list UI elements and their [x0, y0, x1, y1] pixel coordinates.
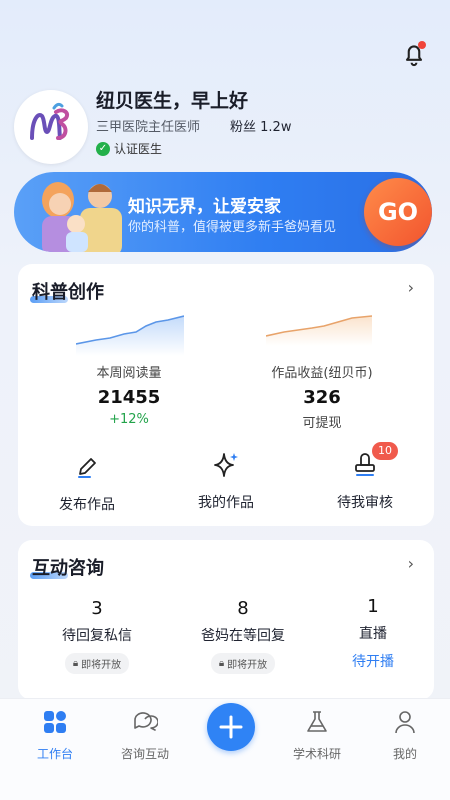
- tab-label: 咨询互动: [120, 747, 169, 761]
- reads-value: 21455: [97, 387, 161, 408]
- income-label: 作品收益(纽贝币): [271, 366, 373, 381]
- coming-soon-label: 即将开放: [227, 660, 268, 671]
- pencil-icon: [78, 458, 96, 478]
- income-value: 326: [303, 387, 341, 408]
- person-icon: [395, 711, 415, 734]
- tab-profile[interactable]: 我的: [370, 709, 440, 762]
- lock-icon: 🔒︎: [72, 658, 79, 669]
- go-button[interactable]: GO: [364, 178, 432, 246]
- plus-icon: [219, 715, 243, 739]
- tab-label: 工作台: [36, 747, 73, 761]
- sparkle-icon: [214, 453, 238, 477]
- doctor-title: 三甲医院主任医师: [96, 120, 201, 135]
- tab-academic[interactable]: 学术科研: [282, 709, 352, 762]
- logo-icon: [30, 102, 69, 140]
- pending-review-button[interactable]: 10 待我审核: [310, 442, 420, 512]
- promo-banner[interactable]: 知识无界，让爱安家 你的科普，值得被更多新手爸妈看见 GO: [14, 172, 432, 252]
- income-sparkline: [266, 315, 372, 346]
- my-works-label: 我的作品: [198, 495, 254, 511]
- avatar[interactable]: [14, 90, 88, 164]
- create-button[interactable]: [207, 703, 255, 751]
- family-illustration: [42, 182, 122, 252]
- tab-label: 学术科研: [292, 747, 341, 761]
- income-stat[interactable]: 作品收益(纽贝币) 326 可提现: [252, 362, 392, 431]
- chevron-right-icon[interactable]: ›: [408, 554, 414, 573]
- reads-sparkline: [76, 315, 184, 356]
- parents-waiting-item[interactable]: 8 爸妈在等回复 🔒︎ 即将开放: [178, 598, 308, 674]
- private-message-item[interactable]: 3 待回复私信 🔒︎ 即将开放: [32, 598, 162, 674]
- fans-count: 1.2w: [260, 120, 292, 135]
- banner-subtitle: 你的科普，值得被更多新手爸妈看见: [128, 220, 337, 235]
- chevron-right-icon[interactable]: ›: [408, 278, 414, 297]
- certified-label: 认证医生: [114, 142, 163, 156]
- tab-workbench[interactable]: 工作台: [20, 709, 90, 762]
- science-title: 科普创作: [32, 282, 104, 303]
- coming-soon-label: 即将开放: [81, 660, 122, 671]
- check-icon: ✓: [96, 141, 110, 156]
- coming-soon-pill: 🔒︎ 即将开放: [210, 653, 276, 674]
- parents-waiting-count: 8: [237, 598, 249, 619]
- reads-change: +12%: [109, 412, 149, 427]
- profile-header: 纽贝医生，早上好 三甲医院主任医师 粉丝 1.2w ✓ 认证医生: [14, 86, 434, 166]
- live-stream-label: 直播: [359, 626, 387, 642]
- fans-label: 粉丝: [230, 120, 257, 135]
- grid-icon: [44, 711, 66, 733]
- review-count-badge: 10: [372, 442, 398, 460]
- consult-card: 互动咨询 › 3 待回复私信 🔒︎ 即将开放 8 爸妈在等回复 🔒︎ 即将开放 …: [18, 540, 434, 700]
- tab-label: 我的: [392, 747, 417, 761]
- reads-label: 本周阅读量: [96, 366, 162, 381]
- chat-icon: [134, 712, 159, 731]
- live-stream-item[interactable]: 1 直播 待开播: [308, 596, 438, 671]
- bottom-tab-bar: 工作台 咨询互动 学术科研 我的: [0, 698, 450, 800]
- private-message-count: 3: [91, 598, 103, 619]
- greeting-title: 纽贝医生，早上好: [96, 90, 249, 112]
- private-message-label: 待回复私信: [62, 628, 132, 644]
- certified-badge: ✓ 认证医生: [96, 140, 162, 157]
- income-sub: 可提现: [302, 416, 342, 431]
- publish-work-button[interactable]: 发布作品: [32, 452, 142, 514]
- notification-dot: [418, 41, 426, 49]
- banner-title: 知识无界，让爱安家: [128, 197, 281, 217]
- my-works-button[interactable]: 我的作品: [171, 450, 281, 512]
- start-live-link[interactable]: 待开播: [352, 651, 394, 671]
- coming-soon-pill: 🔒︎ 即将开放: [64, 653, 130, 674]
- publish-label: 发布作品: [59, 497, 115, 513]
- science-card: 科普创作 › 本周阅读量 21455 +12% 作品收益(纽贝币) 326 可提…: [18, 264, 434, 526]
- consult-title: 互动咨询: [32, 558, 104, 579]
- weekly-reads-stat[interactable]: 本周阅读量 21455 +12%: [74, 362, 184, 427]
- parents-waiting-label: 爸妈在等回复: [201, 628, 285, 644]
- tab-consult[interactable]: 咨询互动: [110, 709, 180, 762]
- lock-icon: 🔒︎: [218, 658, 225, 669]
- live-stream-count: 1: [367, 596, 379, 617]
- flask-icon: [307, 711, 327, 732]
- pending-review-label: 待我审核: [337, 495, 393, 511]
- fans-info: 粉丝 1.2w: [230, 116, 291, 135]
